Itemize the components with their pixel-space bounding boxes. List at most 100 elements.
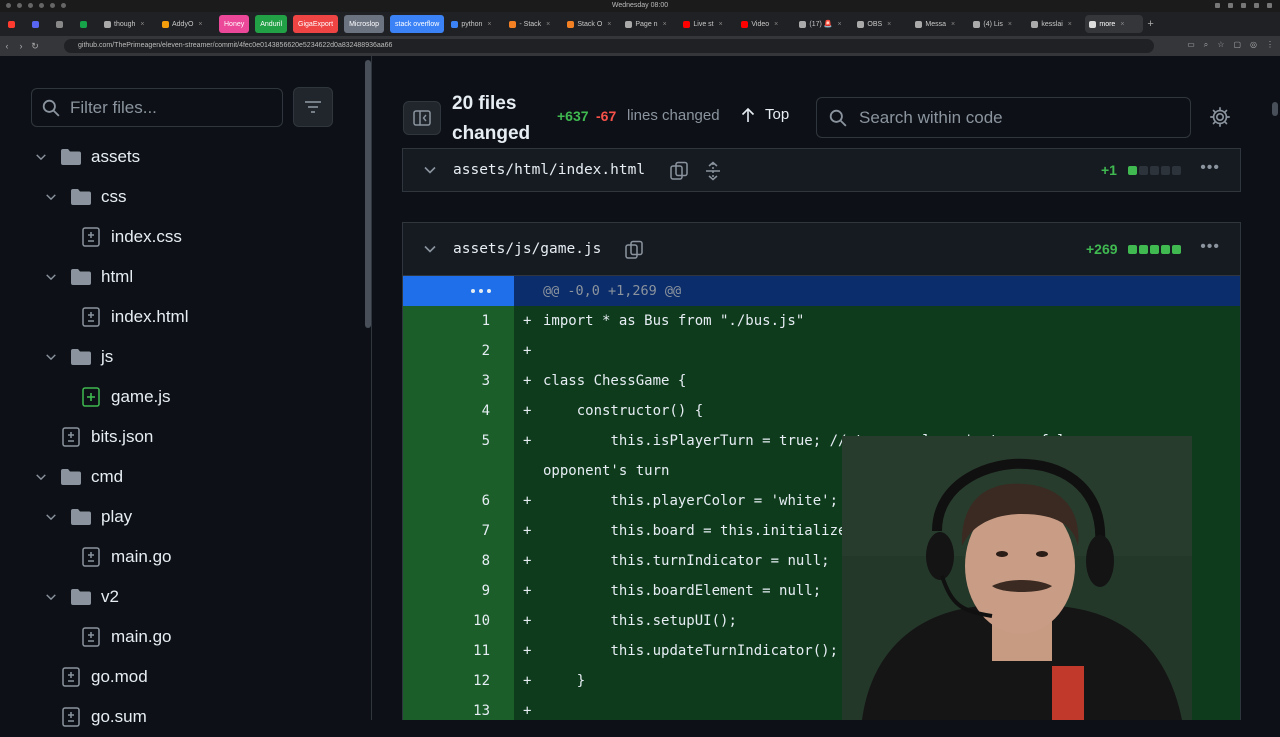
tree-file[interactable]: index.html <box>0 297 362 337</box>
browser-tab[interactable] <box>4 15 28 33</box>
close-tab-icon[interactable]: × <box>1008 21 1012 28</box>
reload-icon[interactable]: ↻ <box>28 41 42 52</box>
address-bar[interactable]: github.com/ThePrimeagen/eleven-streamer/… <box>64 39 1154 53</box>
close-tab-icon[interactable]: × <box>887 21 891 28</box>
main-scrollbar[interactable] <box>1272 102 1278 116</box>
file-name[interactable]: assets/js/game.js <box>453 241 601 257</box>
chevron-down-icon[interactable] <box>34 150 48 164</box>
browser-tab[interactable] <box>28 15 52 33</box>
close-tab-icon[interactable]: × <box>951 21 955 28</box>
tree-file[interactable]: index.css <box>0 217 362 257</box>
close-tab-icon[interactable]: × <box>1068 21 1072 28</box>
browser-tab[interactable]: (17) 🚨 × <box>795 15 853 33</box>
chevron-down-icon[interactable] <box>44 510 58 524</box>
line-number-cell[interactable]: 2 <box>403 336 514 366</box>
browser-tab[interactable]: - Stack × <box>505 15 563 33</box>
line-number-cell[interactable]: 1 <box>403 306 514 336</box>
extensions-icon[interactable]: ▢ <box>1233 40 1241 50</box>
browser-tab[interactable]: Stack O × <box>563 15 621 33</box>
close-tab-icon[interactable]: × <box>607 21 611 28</box>
toggle-sidebar-button[interactable] <box>403 101 441 135</box>
close-tab-icon[interactable]: × <box>774 21 778 28</box>
chevron-down-icon[interactable] <box>44 190 58 204</box>
close-tab-icon[interactable]: × <box>1120 21 1124 28</box>
chevron-down-icon[interactable] <box>44 350 58 364</box>
diff-settings-button[interactable] <box>1209 106 1233 130</box>
line-number-cell[interactable]: 3 <box>403 366 514 396</box>
scroll-to-top-button[interactable]: Top <box>741 106 789 123</box>
tree-file[interactable]: go.sum <box>0 697 362 737</box>
browser-tab[interactable]: AddyO × <box>158 15 216 33</box>
browser-tab[interactable] <box>52 15 76 33</box>
zoom-icon[interactable]: ⌕ <box>1204 40 1208 50</box>
chevron-down-icon[interactable] <box>44 590 58 604</box>
close-tab-icon[interactable]: × <box>140 21 144 28</box>
browser-tab[interactable]: Page n × <box>621 15 679 33</box>
line-number-cell[interactable]: 11 <box>403 636 514 666</box>
expand-all-icon[interactable] <box>703 161 723 181</box>
line-number-cell[interactable]: 8 <box>403 546 514 576</box>
line-number-cell[interactable]: 6 <box>403 486 514 516</box>
tree-file[interactable]: main.go <box>0 617 362 657</box>
bookmark-star-icon[interactable]: ☆ <box>1217 40 1224 50</box>
back-icon[interactable]: ‹ <box>0 41 14 51</box>
file-more-options-icon[interactable]: ••• <box>1200 238 1220 256</box>
browser-tab[interactable]: Messa × <box>911 15 969 33</box>
profile-icon[interactable]: ◎ <box>1250 40 1257 50</box>
browser-tab[interactable]: Video × <box>737 15 795 33</box>
tree-file[interactable]: main.go <box>0 537 362 577</box>
browser-tab[interactable]: GigaExport <box>293 15 339 33</box>
search-within-code-input[interactable] <box>859 107 1179 128</box>
close-tab-icon[interactable]: × <box>663 21 667 28</box>
filter-files-input[interactable] <box>70 97 270 118</box>
filter-options-button[interactable] <box>293 87 333 127</box>
browser-tab[interactable]: though × <box>100 15 158 33</box>
file-more-options-icon[interactable]: ••• <box>1200 159 1220 177</box>
file-name[interactable]: assets/html/index.html <box>453 162 645 178</box>
browser-tab[interactable]: Microslop <box>344 15 385 33</box>
chevron-down-icon[interactable] <box>423 242 437 256</box>
line-number-cell[interactable]: 5 <box>403 426 514 486</box>
forward-icon[interactable]: › <box>14 41 28 51</box>
line-number-cell[interactable]: 9 <box>403 576 514 606</box>
browser-tab[interactable] <box>76 15 100 33</box>
tree-folder[interactable]: js <box>0 337 362 377</box>
chevron-down-icon[interactable] <box>423 163 437 177</box>
tree-folder[interactable]: cmd <box>0 457 362 497</box>
tree-folder[interactable]: play <box>0 497 362 537</box>
browser-tab[interactable]: Live st × <box>679 15 737 33</box>
close-tab-icon[interactable]: × <box>198 21 202 28</box>
filter-files-field[interactable] <box>31 88 283 127</box>
copy-path-icon[interactable] <box>669 161 689 181</box>
close-tab-icon[interactable]: × <box>487 21 491 28</box>
install-icon[interactable]: ▭ <box>1187 40 1195 50</box>
expand-hunk-button[interactable] <box>403 276 514 306</box>
tree-folder[interactable]: assets <box>0 137 362 177</box>
browser-menu-icon[interactable]: ⋮ <box>1266 40 1274 50</box>
tree-file[interactable]: go.mod <box>0 657 362 697</box>
browser-tab[interactable]: Anduril <box>255 15 288 33</box>
line-number-cell[interactable]: 4 <box>403 396 514 426</box>
close-tab-icon[interactable]: × <box>719 21 723 28</box>
line-number-cell[interactable]: 7 <box>403 516 514 546</box>
browser-tab[interactable]: kesslai × <box>1027 15 1085 33</box>
search-within-code-field[interactable] <box>816 97 1191 138</box>
tree-folder[interactable]: v2 <box>0 577 362 617</box>
line-number-cell[interactable]: 13 <box>403 696 514 720</box>
browser-tab[interactable]: Honey <box>219 15 250 33</box>
tree-file[interactable]: bits.json <box>0 417 362 457</box>
browser-tab[interactable]: more × <box>1085 15 1144 33</box>
close-tab-icon[interactable]: × <box>837 21 841 28</box>
tree-file[interactable]: game.js <box>0 377 362 417</box>
chevron-down-icon[interactable] <box>34 470 48 484</box>
close-tab-icon[interactable]: × <box>546 21 550 28</box>
tree-folder[interactable]: html <box>0 257 362 297</box>
chevron-down-icon[interactable] <box>44 270 58 284</box>
tree-folder[interactable]: css <box>0 177 362 217</box>
browser-tab[interactable]: OBS × <box>853 15 911 33</box>
browser-tab[interactable]: (4) Lis × <box>969 15 1027 33</box>
line-number-cell[interactable]: 10 <box>403 606 514 636</box>
browser-tab[interactable]: stack overflow <box>390 15 445 33</box>
line-number-cell[interactable]: 12 <box>403 666 514 696</box>
new-tab-icon[interactable]: + <box>1147 18 1153 30</box>
